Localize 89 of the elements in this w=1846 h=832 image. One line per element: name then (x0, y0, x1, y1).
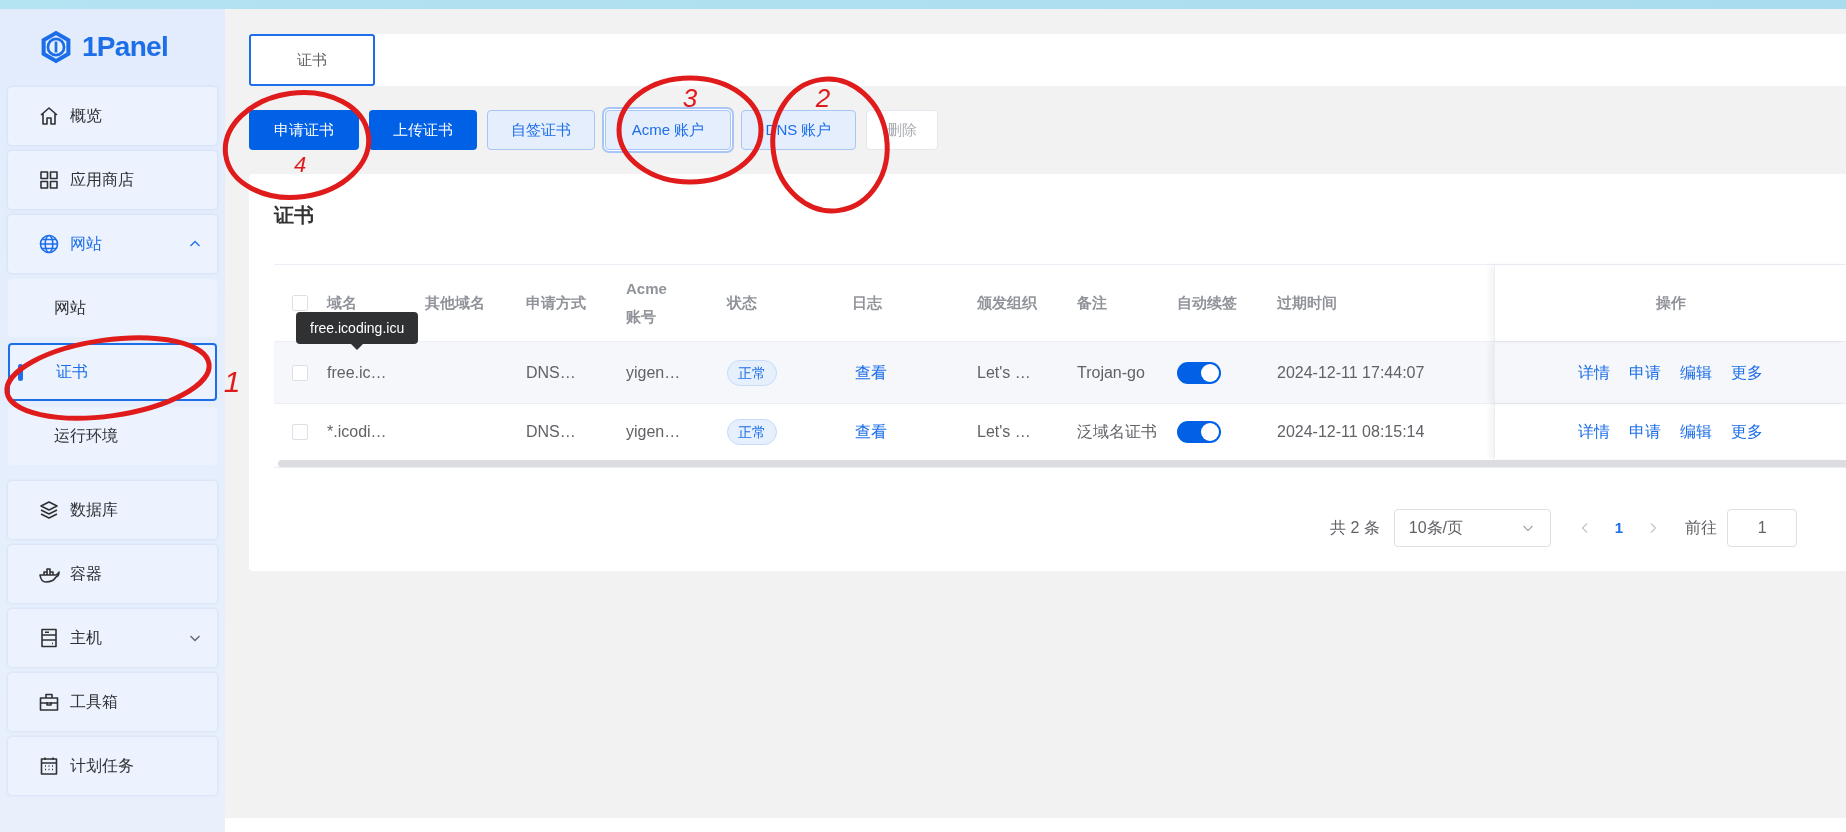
action-link[interactable]: 更多 (1731, 419, 1763, 444)
action-link[interactable]: 详情 (1578, 360, 1610, 385)
menu-label: 计划任务 (70, 756, 134, 776)
submenu-label: 运行环境 (54, 426, 118, 446)
annotation-number: 1 (223, 365, 241, 398)
table-cell-text: yigen… (626, 362, 681, 383)
column-header: 域名 (327, 293, 357, 313)
action-link[interactable]: 更多 (1731, 360, 1763, 385)
menu-item[interactable]: 主机 (8, 609, 217, 667)
table-cell-text: free.ic… (327, 362, 387, 383)
total-count: 共 2 条 (1330, 518, 1380, 538)
table-cell-text: 2024-12-11 08:15:14 (1277, 421, 1425, 442)
column-header: 过期时间 (1277, 293, 1337, 313)
column-header: 自动续签 (1177, 293, 1237, 313)
submenu-item[interactable]: 证书 (8, 343, 217, 401)
menu-item[interactable]: 概览 (8, 87, 217, 145)
action-link[interactable]: 编辑 (1680, 419, 1712, 444)
server-icon (38, 627, 60, 649)
tooltip-arrow (351, 344, 364, 350)
table-cell-text: 泛域名证书 (1077, 421, 1158, 442)
scrollbar[interactable] (278, 459, 1846, 467)
toolbar-button[interactable]: 申请证书 (249, 110, 359, 150)
menu-item[interactable]: 工具箱 (8, 673, 217, 731)
action-link[interactable]: 申请 (1629, 360, 1661, 385)
logo-text: 1Panel (82, 30, 169, 64)
action-link[interactable]: 申请 (1629, 419, 1661, 444)
menu-label: 概览 (70, 106, 102, 126)
card-title: 证书 (274, 203, 315, 228)
log-link[interactable]: 查看 (855, 419, 887, 444)
status-tag: 正常 (727, 359, 777, 386)
column-header: 申请方式 (526, 293, 586, 313)
annotation-number: 3 (682, 83, 698, 113)
table-cell-text: yigen… (626, 421, 681, 442)
menu-item[interactable]: 容器 (8, 545, 217, 603)
submenu-label: 网站 (54, 298, 86, 318)
menu-label: 容器 (70, 564, 102, 584)
action-link[interactable]: 详情 (1578, 419, 1610, 444)
menu-label: 工具箱 (70, 692, 118, 712)
column-header: 操作 (1655, 293, 1686, 313)
layers-icon (38, 499, 60, 521)
column-header: 备注 (1077, 293, 1107, 313)
column-header: 状态 (727, 293, 757, 313)
tab[interactable]: 证书 (249, 34, 375, 86)
toolbar-button[interactable]: 上传证书 (369, 110, 477, 150)
toolbox-icon (38, 691, 60, 713)
table-cell-text: DNS… (526, 362, 576, 383)
table-cell-text: DNS… (526, 421, 576, 442)
globe-icon (38, 233, 60, 255)
annotation-number: 4 (293, 152, 307, 177)
column-header: Acme 账号 (626, 279, 668, 327)
checkbox[interactable] (292, 364, 308, 381)
submenu-label: 证书 (56, 362, 88, 382)
table-cell-text: Trojan-go (1077, 362, 1146, 383)
submenu-item[interactable]: 网站 (8, 279, 217, 337)
column-header: 日志 (852, 293, 882, 313)
submenu-item[interactable]: 运行环境 (8, 407, 217, 465)
menu-label: 主机 (70, 628, 102, 648)
goto-label: 前往 (1685, 518, 1718, 538)
active-indicator (18, 364, 23, 381)
toggle-switch[interactable] (1177, 361, 1221, 384)
column-header: 其他域名 (425, 293, 485, 313)
log-link[interactable]: 查看 (855, 360, 887, 385)
checkbox[interactable] (292, 423, 308, 440)
table-cell-text: Let's … (977, 421, 1031, 442)
status-tag: 正常 (727, 418, 777, 445)
home-icon (38, 105, 60, 127)
page-number[interactable]: 1 (1614, 516, 1624, 540)
menu-item[interactable]: 应用商店 (8, 151, 217, 209)
menu-item[interactable]: 计划任务 (8, 737, 217, 795)
menu-item[interactable]: 网站 (8, 215, 217, 273)
annotation-number: 2 (815, 83, 831, 113)
page-input[interactable]: 1 (1727, 509, 1798, 547)
table-cell-text: 2024-12-11 17:44:07 (1277, 362, 1425, 383)
table-cell-text: *.icodi… (327, 421, 387, 442)
grid-icon (38, 169, 60, 191)
menu-label: 数据库 (70, 500, 118, 520)
toolbar-button[interactable]: 自签证书 (487, 110, 595, 150)
toolbar-button[interactable]: Acme 账户 (605, 110, 731, 150)
menu-label: 应用商店 (70, 170, 134, 190)
toggle-switch[interactable] (1177, 420, 1221, 443)
column-header: 颁发组织 (977, 293, 1037, 313)
page-size-select[interactable]: 10条/页 (1393, 509, 1551, 547)
menu-item[interactable]: 数据库 (8, 481, 217, 539)
calendar-icon (38, 755, 60, 777)
action-link[interactable]: 编辑 (1680, 360, 1712, 385)
menu-label: 网站 (70, 234, 102, 254)
tooltip: free.icoding.icu (296, 312, 419, 344)
table-cell-text: Let's … (977, 362, 1031, 383)
checkbox[interactable] (292, 295, 308, 311)
